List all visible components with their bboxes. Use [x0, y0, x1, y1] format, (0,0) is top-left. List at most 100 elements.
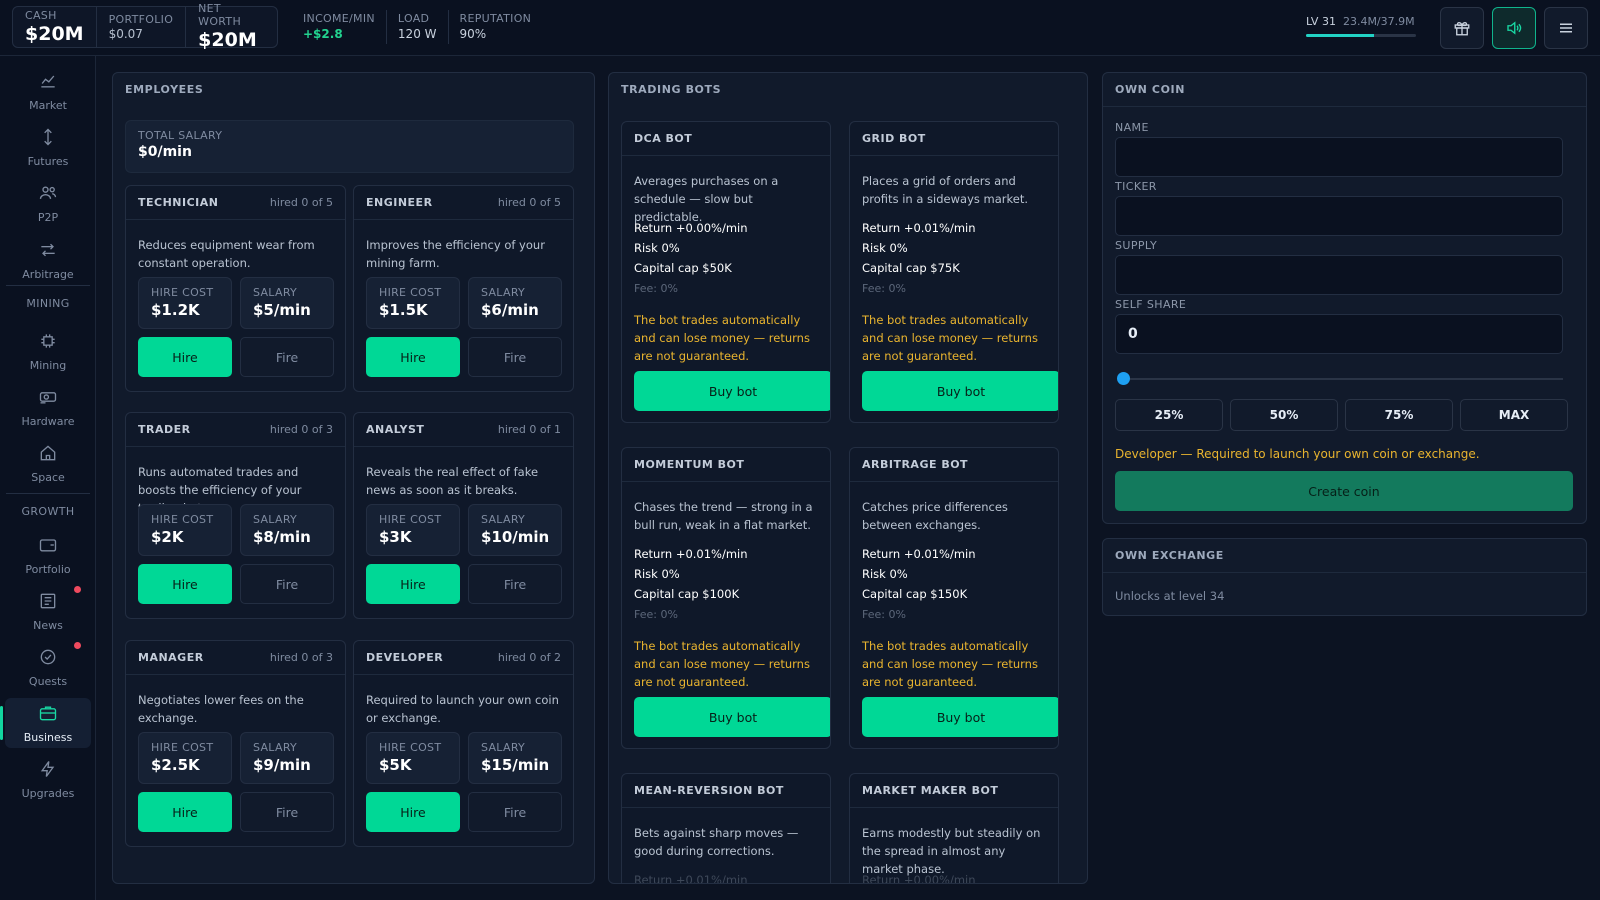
sidebar-item-quests[interactable]: Quests: [5, 642, 91, 692]
employee-title: MANAGER: [138, 651, 204, 664]
self-share-slider[interactable]: [1123, 378, 1563, 380]
metric-value: +$2.8: [303, 26, 343, 41]
bot-title: DCA BOT: [634, 132, 693, 145]
employees-panel: EMPLOYEES TOTAL SALARY $0/min TECHNICIAN…: [112, 72, 595, 884]
bot-capital-cap: Capital cap $150K: [862, 587, 968, 601]
ticker-input[interactable]: [1115, 196, 1563, 236]
bot-card-dca-bot: DCA BOT Averages purchases on a schedule …: [621, 121, 831, 423]
bot-risk: Risk 0%: [634, 241, 680, 255]
bot-title: GRID BOT: [862, 132, 926, 145]
bot-description: Bets against sharp moves — good during c…: [634, 826, 799, 858]
employee-description: Negotiates lower fees on the exchange.: [138, 693, 304, 725]
sidebar-item-p2p[interactable]: P2P: [5, 178, 91, 228]
fire-engineer-button[interactable]: Fire: [468, 337, 562, 377]
sidebar-item-arbitrage[interactable]: Arbitrage: [5, 235, 91, 285]
sidebar-item-space[interactable]: Space: [5, 438, 91, 488]
employee-card-analyst: ANALYST hired 0 of 1 Reveals the real effe…: [353, 412, 574, 619]
employee-title: TECHNICIAN: [138, 196, 219, 209]
field-label-self-share: SELF SHARE: [1115, 298, 1187, 311]
sidebar-item-mining[interactable]: Mining: [5, 326, 91, 376]
self-share-input[interactable]: 0: [1115, 314, 1563, 354]
buy-grid-bot-button[interactable]: Buy bot: [862, 371, 1058, 411]
hire-cost-label: HIRE COST: [379, 286, 442, 299]
hire-cost-label: HIRE COST: [379, 513, 442, 526]
bot-return: Return +0.01%/min: [634, 547, 748, 561]
sidebar-item-futures[interactable]: Futures: [5, 122, 91, 172]
hire-cost-box: HIRE COST $2K: [138, 504, 232, 556]
notification-dot: [74, 586, 81, 593]
sidebar-item-hardware[interactable]: Hardware: [5, 382, 91, 432]
hire-cost-box: HIRE COST $3K: [366, 504, 460, 556]
bot-card-header: ARBITRAGE BOT: [850, 448, 1058, 482]
bot-card-grid-bot: GRID BOT Places a grid of orders and prof…: [849, 121, 1059, 423]
hire-technician-button[interactable]: Hire: [138, 337, 232, 377]
sidebar-item-market[interactable]: Market: [5, 66, 91, 116]
fire-technician-button[interactable]: Fire: [240, 337, 334, 377]
gift-button[interactable]: [1440, 7, 1484, 49]
trading-bots-panel: TRADING BOTS DCA BOT Averages purchases o…: [608, 72, 1088, 884]
house-icon: [38, 443, 58, 467]
slider-handle[interactable]: [1117, 372, 1130, 385]
menu-button[interactable]: [1544, 7, 1588, 49]
hire-analyst-button[interactable]: Hire: [366, 564, 460, 604]
buy-dca-bot-button[interactable]: Buy bot: [634, 371, 830, 411]
bot-warning: The bot trades automatically and can los…: [634, 313, 810, 363]
bot-card-header: MARKET MAKER BOT: [850, 774, 1058, 808]
sidebar-item-upgrades[interactable]: Upgrades: [5, 754, 91, 804]
bot-description: Catches price differences between exchan…: [862, 500, 1008, 532]
buy-arbitrage-bot-button[interactable]: Buy bot: [862, 697, 1058, 737]
bot-fee: Fee: 0%: [634, 282, 678, 295]
own-exchange-panel: OWN EXCHANGE Unlocks at level 34: [1102, 538, 1587, 616]
preset-25-percent-button[interactable]: 25%: [1115, 399, 1223, 431]
total-salary-value: $0/min: [138, 144, 192, 160]
create-coin-button[interactable]: Create coin: [1115, 471, 1573, 511]
hire-engineer-button[interactable]: Hire: [366, 337, 460, 377]
hire-cost-value: $3K: [379, 528, 412, 546]
field-label-supply: SUPPLY: [1115, 239, 1158, 252]
name-input[interactable]: [1115, 137, 1563, 177]
buy-momentum-bot-button[interactable]: Buy bot: [634, 697, 830, 737]
bot-risk: Risk 0%: [862, 241, 908, 255]
hire-cost-label: HIRE COST: [151, 513, 214, 526]
sidebar-item-business[interactable]: Business: [0, 698, 91, 748]
hired-count: hired 0 of 1: [497, 423, 561, 436]
salary-box: SALARY $6/min: [468, 277, 562, 329]
preset-50-percent-button[interactable]: 50%: [1230, 399, 1338, 431]
salary-value: $9/min: [253, 756, 311, 774]
hired-count: hired 0 of 2: [497, 651, 561, 664]
bot-risk: Risk 0%: [862, 567, 908, 581]
hire-manager-button[interactable]: Hire: [138, 792, 232, 832]
stat-label: NET WORTH: [198, 2, 242, 28]
trading-bots-title: TRADING BOTS: [621, 83, 722, 96]
sidebar-item-news[interactable]: News: [5, 586, 91, 636]
supply-input[interactable]: [1115, 255, 1563, 295]
bot-capital-cap: Capital cap $50K: [634, 261, 732, 275]
sound-button[interactable]: [1492, 7, 1536, 49]
bot-title: MOMENTUM BOT: [634, 458, 745, 471]
fire-developer-button[interactable]: Fire: [468, 792, 562, 832]
employee-card-trader: TRADER hired 0 of 3 Runs automated trades …: [125, 412, 346, 619]
salary-label: SALARY: [481, 741, 526, 754]
hired-count: hired 0 of 3: [269, 423, 333, 436]
bot-card-header: MOMENTUM BOT: [622, 448, 830, 482]
own-coin-panel: OWN COIN NAME TICKER SUPPLY SELF SHARE 0 25%…: [1102, 72, 1587, 524]
check-circle-icon: [38, 647, 58, 671]
hired-count: hired 0 of 5: [269, 196, 333, 209]
hire-cost-box: HIRE COST $2.5K: [138, 732, 232, 784]
chip-icon: [38, 331, 58, 355]
hire-developer-button[interactable]: Hire: [366, 792, 460, 832]
employee-description: Improves the efficiency of your mining f…: [366, 238, 545, 270]
balance-summary: CASH $20M PORTFOLIO $0.07 NET WORTH $20M: [12, 2, 278, 51]
preset-75-percent-button[interactable]: 75%: [1345, 399, 1453, 431]
fire-manager-button[interactable]: Fire: [240, 792, 334, 832]
preset-max-button[interactable]: MAX: [1460, 399, 1568, 431]
fire-analyst-button[interactable]: Fire: [468, 564, 562, 604]
sidebar-item-portfolio[interactable]: Portfolio: [5, 530, 91, 580]
sidebar-item-label: Portfolio: [25, 563, 71, 576]
salary-value: $6/min: [481, 301, 539, 319]
fire-trader-button[interactable]: Fire: [240, 564, 334, 604]
notification-dot: [74, 642, 81, 649]
stat-net-worth: NET WORTH $20M: [186, 2, 277, 51]
salary-value: $5/min: [253, 301, 311, 319]
hire-trader-button[interactable]: Hire: [138, 564, 232, 604]
